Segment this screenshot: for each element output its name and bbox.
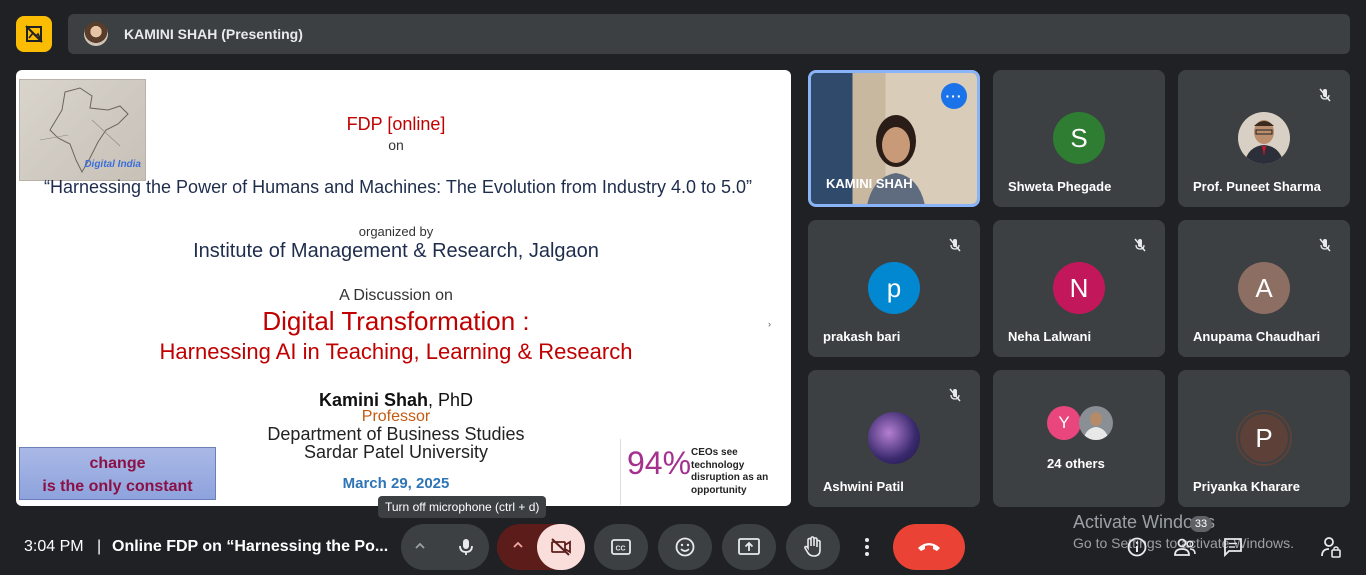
present-screen-icon [738,538,760,555]
camera-control-group [497,524,585,570]
avatar: A [1238,262,1290,314]
participant-tile-priyanka[interactable]: P Priyanka Kharare [1178,370,1350,507]
hide-images-button[interactable] [16,16,52,52]
participant-name: prakash bari [823,329,901,344]
stat-text: CEOs see technology disruption as an opp… [691,447,791,497]
stat-box: 94% CEOs see technology disruption as an… [620,439,791,505]
camera-off-button[interactable] [537,524,585,570]
participant-tile-kamini[interactable]: ··· KAMINI SHAH [808,70,980,207]
avatar: P [1238,412,1290,464]
mic-off-icon [1129,234,1151,256]
author-name: Kamini Shah [318,390,428,410]
avatar-photo [868,412,920,464]
participant-tile-others[interactable]: Y 24 others [993,370,1165,507]
slide-fdp: FDP [online] [346,114,446,134]
lock-person-icon [1321,537,1341,558]
stat-text-line: disruption as an [691,472,769,483]
change-quote-box: change is the only constant [19,447,216,500]
mic-off-icon [944,384,966,406]
svg-text:CC: CC [616,546,626,553]
stat-text-line: opportunity [691,484,747,496]
mic-tooltip: Turn off microphone (ctrl + d) [378,496,547,518]
avatar-photo [1079,406,1113,440]
participant-name: Ashwini Patil [823,479,904,494]
separator: | [97,538,102,555]
participant-tile-neha[interactable]: N Neha Lalwani [993,220,1165,357]
presenter-avatar [84,22,108,46]
map-caption: Digital India [84,159,141,170]
stat-text-line: technology [691,459,745,471]
more-options-bottom-button[interactable] [850,524,884,570]
meeting-info-button[interactable] [1124,535,1150,559]
slide-institute: Institute of Management & Research, Jalg… [193,240,599,262]
presenter-bar: KAMINI SHAH (Presenting) [68,14,1350,54]
participant-tile-ashwini[interactable]: Ashwini Patil [808,370,980,507]
leave-call-button[interactable] [893,524,965,570]
change-line-1: change [89,455,146,472]
host-controls-button[interactable] [1318,535,1344,559]
more-options-button[interactable]: ··· [941,83,967,109]
microphone-button[interactable] [445,526,487,568]
mic-control-group [401,524,489,570]
participant-name: Neha Lalwani [1008,329,1092,344]
more-vert-icon [865,538,869,556]
captions-button[interactable]: CC [594,524,648,570]
cursor-icon: › [768,319,771,329]
slide-on: on [388,137,404,153]
presenter-label: KAMINI SHAH (Presenting) [124,26,303,42]
participant-tile-anupama[interactable]: A Anupama Chaudhari [1178,220,1350,357]
participant-video-figure [867,115,925,204]
activation-line-1: Activate Windows [1073,512,1216,532]
stat-text-line: CEOs see [691,447,738,458]
reactions-button[interactable] [658,524,712,570]
participant-tile-prakash[interactable]: p prakash bari [808,220,980,357]
image-off-icon [25,25,43,43]
clock: 3:04 PM [24,538,84,555]
presentation-slide: Digital India FDP [online] on “Harnessin… [16,70,791,506]
raise-hand-button[interactable] [786,524,840,570]
emoji-icon [675,537,695,557]
mic-off-icon [1314,234,1336,256]
present-button[interactable] [722,524,776,570]
avatar: N [1053,262,1105,314]
chevron-up-icon[interactable] [511,538,525,557]
participant-name: 24 others [1047,456,1105,471]
chevron-up-icon[interactable] [413,539,427,556]
participant-tile-shweta[interactable]: S Shweta Phegade [993,70,1165,207]
slide-title: “Harnessing the Power of Humans and Mach… [43,177,753,197]
end-call-icon [918,543,940,551]
slide-subtopic: Harnessing AI in Teaching, Learning & Re… [159,339,633,364]
video-off-icon [551,538,571,556]
slide-discussion: A Discussion on [339,287,453,304]
participant-name: KAMINI SHAH [826,176,913,191]
chat-button[interactable] [1220,535,1246,559]
stat-percent: 94% [627,445,692,481]
avatar-photo [1238,112,1290,164]
people-icon [1174,538,1196,556]
avatar: p [868,262,920,314]
participant-tile-puneet[interactable]: Prof. Puneet Sharma [1178,70,1350,207]
change-line-2: is the only constant [42,478,193,495]
info-icon [1127,537,1147,557]
hand-icon [804,536,821,557]
slide-topic: Digital Transformation : [262,306,530,336]
author-degree: , PhD [428,390,474,410]
meeting-title: Online FDP on “Harnessing the Po... [112,538,389,555]
people-count-badge: 33 [1190,516,1212,532]
mic-off-icon [1314,84,1336,106]
avatar: S [1053,112,1105,164]
participant-name: Prof. Puneet Sharma [1193,179,1321,194]
chat-icon [1224,538,1242,558]
microphone-icon [459,539,473,555]
mic-off-icon [944,234,966,256]
people-button[interactable] [1172,535,1198,559]
participant-name: Shweta Phegade [1008,179,1112,194]
captions-icon: CC [611,539,631,555]
slide-organized-by: organized by [358,224,434,239]
participant-name: Anupama Chaudhari [1193,329,1321,344]
avatar: Y [1047,406,1081,440]
participant-name: Priyanka Kharare [1193,479,1300,494]
